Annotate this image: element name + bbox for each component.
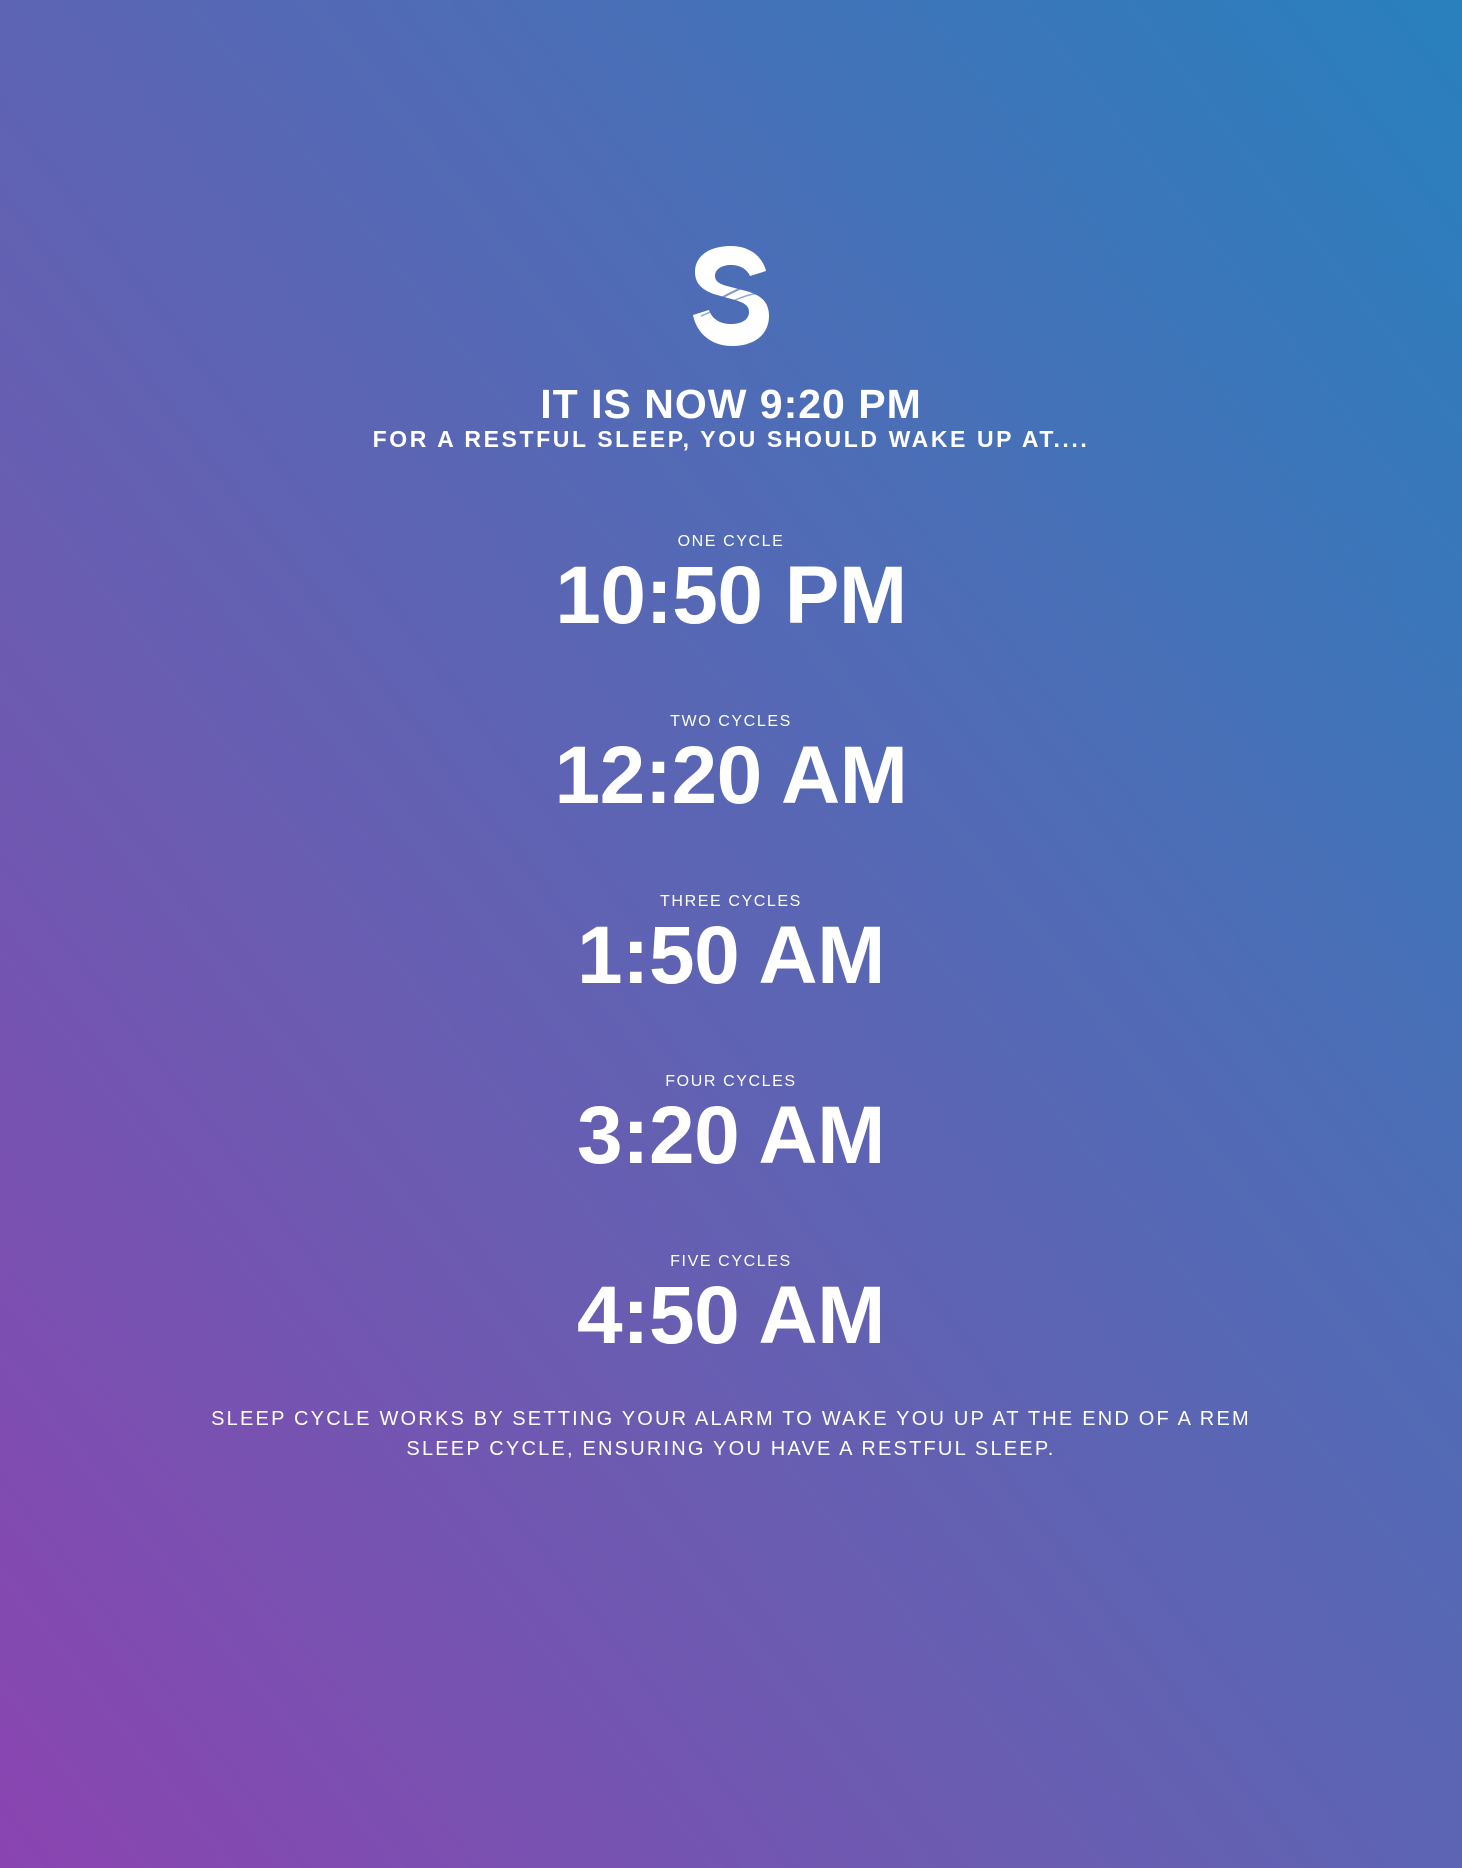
- current-time-heading: IT IS NOW 9:20 PM: [540, 381, 922, 427]
- wake-up-subheading: FOR A RESTFUL SLEEP, YOU SHOULD WAKE UP …: [372, 426, 1090, 452]
- cycle-item-five: FIVE CYCLES 4:50 AM: [0, 1252, 1462, 1360]
- explanation-text: SLEEP CYCLE WORKS BY SETTING YOUR ALARM …: [211, 1408, 1251, 1460]
- cycle-label: THREE CYCLES: [660, 893, 802, 910]
- cycle-label: FOUR CYCLES: [665, 1073, 797, 1090]
- cycle-wake-time: 10:50 PM: [555, 550, 907, 641]
- cycle-item-three: THREE CYCLES 1:50 AM: [0, 892, 1462, 1000]
- cycle-item-two: TWO CYCLES 12:20 AM: [0, 712, 1462, 820]
- cycle-item-four: FOUR CYCLES 3:20 AM: [0, 1072, 1462, 1180]
- cycle-wake-time: 12:20 AM: [554, 730, 909, 821]
- cycle-item-one: ONE CYCLE 10:50 PM: [0, 532, 1462, 640]
- cycle-wake-time: 1:50 AM: [577, 910, 885, 1001]
- cycle-wake-time: 4:50 AM: [577, 1270, 885, 1361]
- cycle-label: FIVE CYCLES: [670, 1253, 792, 1270]
- cycle-wake-time: 3:20 AM: [577, 1090, 885, 1181]
- sleep-cycle-s-logo-icon: [693, 246, 770, 346]
- cycle-label: TWO CYCLES: [670, 713, 792, 730]
- cycle-label: ONE CYCLE: [677, 533, 785, 550]
